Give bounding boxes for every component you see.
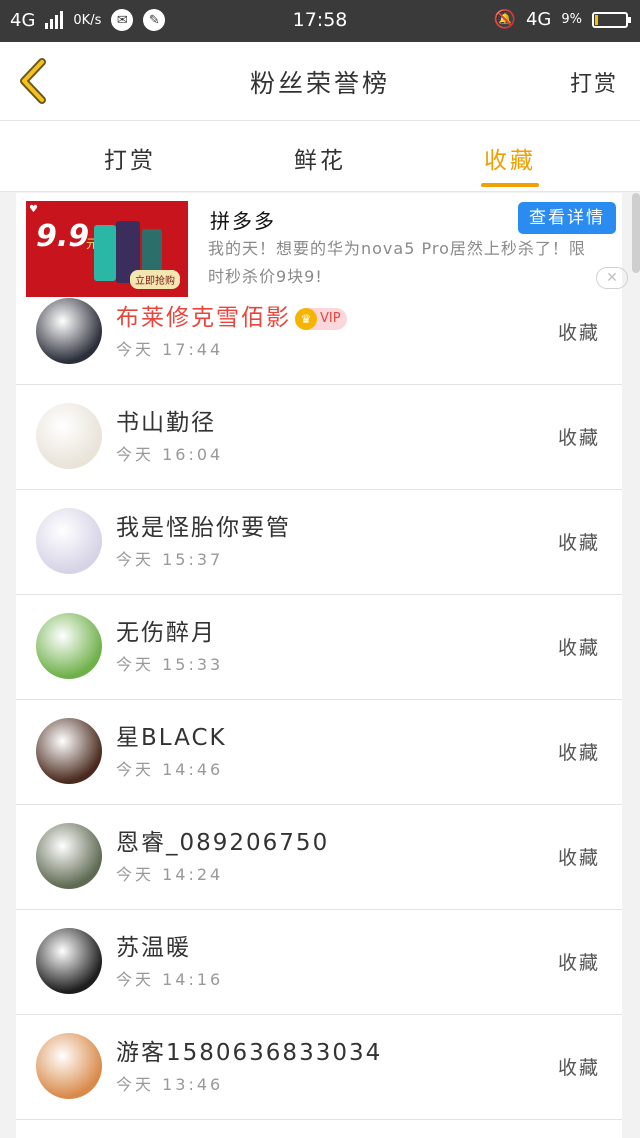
user-name: 星BLACK — [116, 725, 227, 751]
timestamp: 今天 14:16 — [116, 970, 224, 989]
list-item[interactable]: 我是怪胎你要管 今天 15:37 收藏 — [16, 490, 622, 595]
timestamp: 今天 16:04 — [116, 445, 224, 464]
action-label: 收藏 — [557, 427, 600, 449]
status-bar: 4G 0K/s ✉ ✎ 17:58 🔕 4G 9% — [0, 0, 640, 42]
list-item[interactable]: 无伤醉月 今天 15:33 收藏 — [16, 595, 622, 700]
reward-link[interactable]: 打赏 — [570, 66, 618, 98]
app-header: 粉丝荣誉榜 打赏 — [0, 42, 640, 121]
user-name: 苏温暖 — [116, 935, 191, 961]
avatar[interactable] — [36, 928, 102, 994]
avatar[interactable] — [36, 613, 102, 679]
list-item[interactable]: 布莱修克雪佰影 ♛ VIP 今天 17:44 收藏 — [16, 280, 622, 385]
timestamp: 今天 13:46 — [116, 1075, 224, 1094]
page-title: 粉丝荣誉榜 — [249, 69, 390, 98]
list-item[interactable]: 星BLACK 今天 14:46 收藏 — [16, 700, 622, 805]
user-name: 无伤醉月 — [116, 620, 216, 646]
battery-percent: 9% — [561, 12, 582, 27]
timestamp: 今天 15:37 — [116, 550, 224, 569]
tab-flowers[interactable]: 鲜花 — [265, 141, 375, 175]
heart-icon: ♥ — [29, 204, 38, 215]
avatar[interactable] — [36, 298, 102, 364]
crown-icon: ♛ — [295, 307, 317, 330]
action-label: 收藏 — [557, 532, 600, 554]
list-item[interactable]: 书山勤径 今天 16:04 收藏 — [16, 385, 622, 490]
action-label: 收藏 — [557, 1057, 600, 1079]
user-name-text: 布莱修克雪佰影 — [116, 305, 291, 331]
avatar[interactable] — [36, 823, 102, 889]
avatar[interactable] — [36, 1033, 102, 1099]
timestamp: 今天 17:44 — [116, 340, 224, 359]
list-item[interactable]: 苏温暖 今天 14:16 收藏 — [16, 910, 622, 1015]
vip-badge: ♛ VIP — [295, 307, 347, 330]
user-name: 布莱修克雪佰影 ♛ VIP — [116, 298, 347, 332]
tab-active-indicator — [481, 183, 539, 187]
action-label: 收藏 — [557, 742, 600, 764]
tab-bar: 打赏 鲜花 收藏 — [0, 121, 640, 192]
phone-graphic — [94, 225, 116, 281]
tab-reward[interactable]: 打赏 — [75, 141, 185, 175]
avatar[interactable] — [36, 403, 102, 469]
action-label: 收藏 — [557, 637, 600, 659]
avatar[interactable] — [36, 508, 102, 574]
user-name: 我是怪胎你要管 — [116, 515, 291, 541]
fan-list: ♥ 9.9 元 立即抢购 拼多多 查看详情 我的天！想要的华为nova5 Pro… — [16, 193, 628, 1138]
action-label: 收藏 — [557, 322, 600, 344]
timestamp: 今天 15:33 — [116, 655, 224, 674]
list-item[interactable]: 恩睿_089206750 今天 14:24 收藏 — [16, 805, 622, 910]
tab-favorites[interactable]: 收藏 — [455, 141, 565, 175]
user-name: 恩睿_089206750 — [116, 830, 330, 856]
vip-label: VIP — [320, 311, 341, 326]
battery-icon — [592, 11, 631, 28]
action-label: 收藏 — [557, 952, 600, 974]
list-item[interactable]: 游客1580636833034 今天 13:46 收藏 — [16, 1015, 622, 1120]
user-name: 书山勤径 — [116, 410, 216, 436]
action-label: 收藏 — [557, 847, 600, 869]
ad-image-price: 9.9 — [36, 219, 90, 254]
timestamp: 今天 14:24 — [116, 865, 224, 884]
scrollbar[interactable] — [632, 193, 640, 273]
ad-details-button[interactable]: 查看详情 — [518, 202, 616, 234]
user-name: 游客1580636833034 — [116, 1040, 383, 1066]
avatar[interactable] — [36, 718, 102, 784]
network-label-right: 4G — [525, 9, 552, 30]
bell-off-icon: 🔕 — [493, 9, 516, 30]
timestamp: 今天 14:46 — [116, 760, 224, 779]
ad-title: 拼多多 — [210, 209, 276, 233]
